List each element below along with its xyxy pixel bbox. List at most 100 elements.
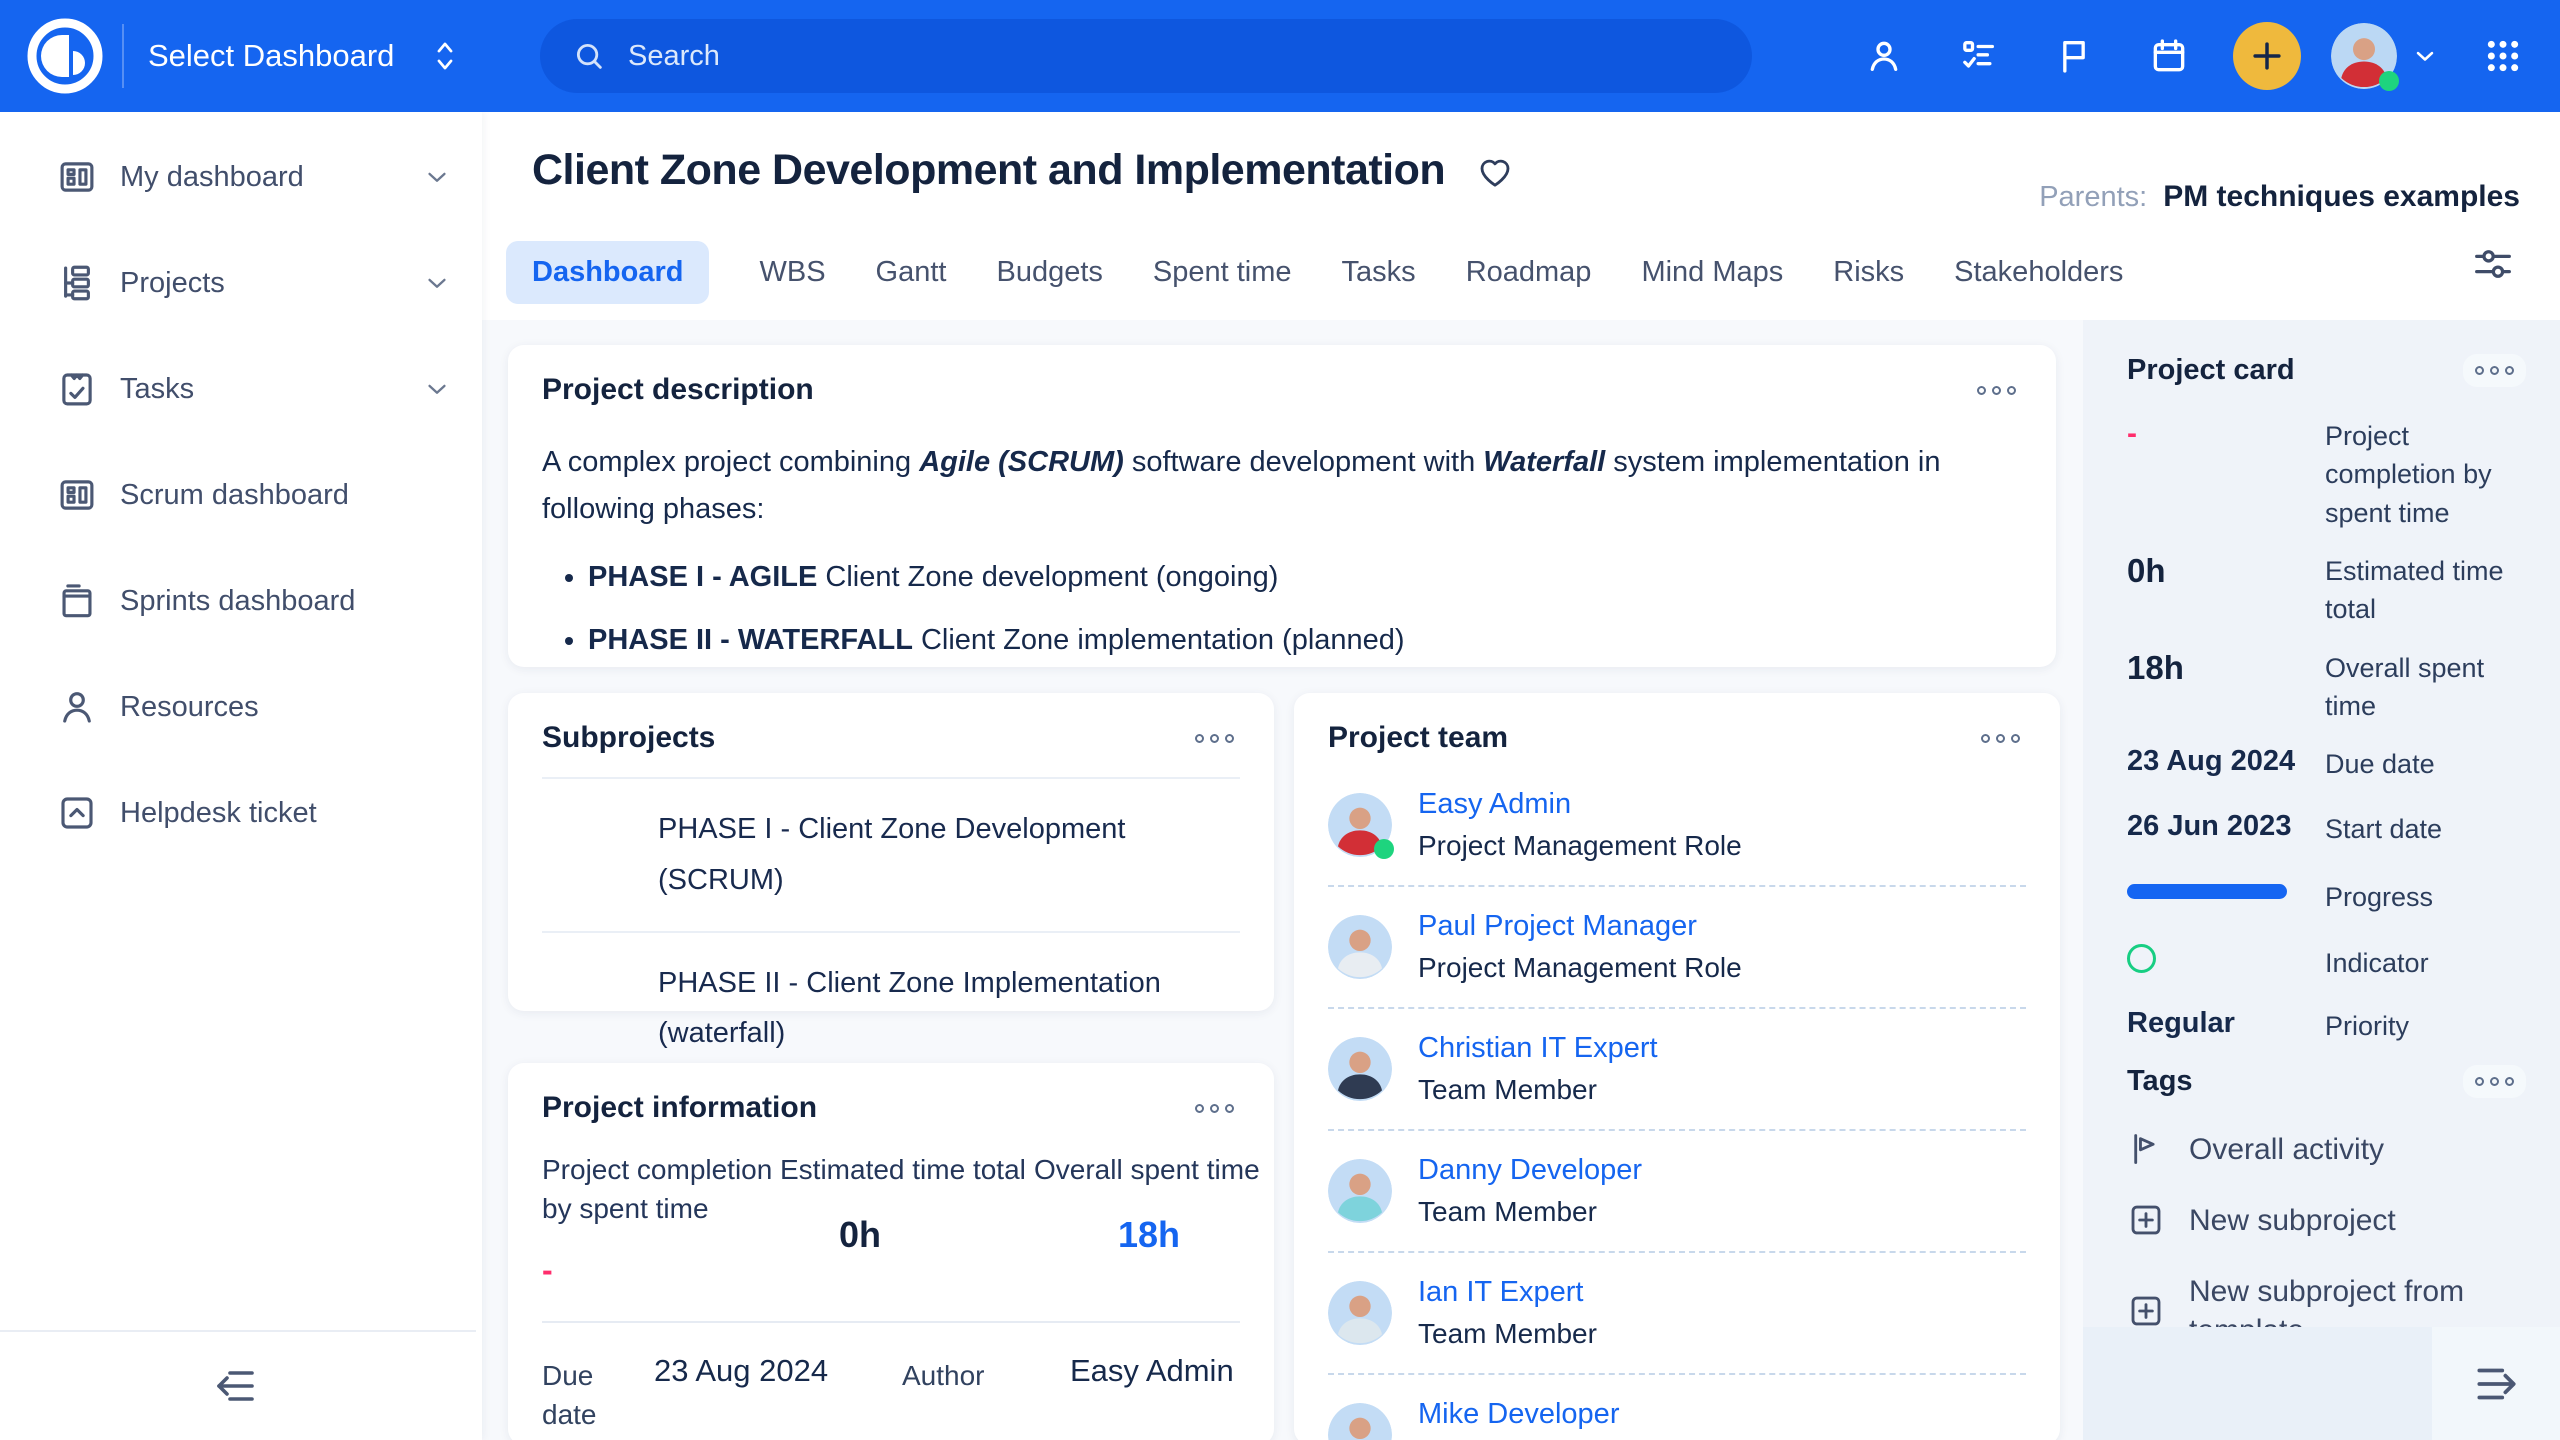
- dashboard-icon: [56, 474, 98, 516]
- more-menu-icon[interactable]: [1971, 380, 2022, 401]
- left-sidebar: My dashboard Projects Tasks: [0, 112, 482, 1440]
- new-subproject-from-template-button[interactable]: New subproject from template: [2127, 1272, 2526, 1327]
- sidebar-item-scrum-dashboard[interactable]: Scrum dashboard: [0, 442, 482, 548]
- sidebar-item-label: Projects: [120, 267, 225, 300]
- activity-flag-icon: [2127, 1130, 2165, 1168]
- filter-sliders-icon[interactable]: [2470, 241, 2516, 292]
- action-label: Overall activity: [2189, 1130, 2384, 1169]
- easy-project-logo[interactable]: [26, 17, 104, 95]
- search-icon: [572, 39, 606, 73]
- more-menu-icon[interactable]: [1975, 728, 2026, 749]
- subproject-link[interactable]: PHASE I - Client Zone Development (SCRUM…: [658, 804, 1203, 906]
- right-footer-bar: [2083, 1327, 2560, 1440]
- overall-activity-button[interactable]: Overall activity: [2127, 1130, 2526, 1169]
- chevron-down-icon[interactable]: [2411, 42, 2439, 70]
- metric-label: Estimated time total: [780, 1151, 1034, 1190]
- tab-wbs[interactable]: WBS: [759, 241, 825, 304]
- tab-roadmap[interactable]: Roadmap: [1466, 241, 1592, 304]
- subproject-row[interactable]: PHASE I - Client Zone Development (SCRUM…: [542, 777, 1240, 933]
- new-subproject-button[interactable]: New subproject: [2127, 1201, 2526, 1240]
- checklist-icon[interactable]: [1948, 25, 2010, 87]
- subproject-row[interactable]: PHASE II - Client Zone Implementation (w…: [542, 933, 1240, 1085]
- more-menu-icon[interactable]: [2463, 354, 2526, 387]
- card-row-start-date: 26 Jun 2023 Start date: [2127, 810, 2526, 848]
- search-bar[interactable]: [540, 19, 1752, 93]
- field-label: Due date: [542, 1353, 652, 1434]
- more-menu-icon[interactable]: [1189, 728, 1240, 749]
- tab-budgets[interactable]: Budgets: [996, 241, 1102, 304]
- calendar-icon[interactable]: [2138, 25, 2200, 87]
- phase-detail: Client Zone implementation (planned): [913, 624, 1405, 656]
- topbar-actions: [1820, 0, 2534, 112]
- tab-spent-time[interactable]: Spent time: [1153, 241, 1292, 304]
- heart-outline-icon[interactable]: [1475, 151, 1515, 191]
- member-name-link[interactable]: Paul Project Manager: [1418, 910, 1742, 943]
- parents-label: Parents:: [2039, 181, 2147, 214]
- phase-name: PHASE I - AGILE: [588, 561, 817, 593]
- member-name-link[interactable]: Ian IT Expert: [1418, 1276, 1597, 1309]
- sidebar-item-label: Scrum dashboard: [120, 479, 349, 512]
- metric-value: 0h: [780, 1214, 940, 1256]
- tab-gantt[interactable]: Gantt: [876, 241, 947, 304]
- field-value: Easy Admin: [1070, 1353, 1240, 1434]
- sidebar-item-helpdesk-ticket[interactable]: Helpdesk ticket: [0, 760, 482, 866]
- avatar: [1328, 1281, 1392, 1345]
- user-avatar[interactable]: [2331, 23, 2397, 89]
- sidebar-item-projects[interactable]: Projects: [0, 230, 482, 336]
- search-input[interactable]: [628, 40, 1678, 73]
- person-icon: [56, 686, 98, 728]
- apps-grid-icon[interactable]: [2472, 25, 2534, 87]
- parent-project-link[interactable]: PM techniques examples: [2163, 180, 2520, 214]
- member-role: Project Management Role: [1418, 830, 1742, 862]
- chevron-down-icon[interactable]: [422, 268, 452, 298]
- panel-title: Project team: [1328, 721, 1508, 755]
- avatar: [1328, 793, 1392, 857]
- chevron-down-icon[interactable]: [422, 162, 452, 192]
- tab-tasks[interactable]: Tasks: [1342, 241, 1416, 304]
- metric-value: -: [542, 1252, 780, 1289]
- field-label: Author: [902, 1353, 1012, 1434]
- user-icon[interactable]: [1853, 25, 1915, 87]
- chevron-up-down-icon: [430, 39, 460, 73]
- phase-detail: Client Zone development (ongoing): [817, 561, 1278, 593]
- phase-item: PHASE II - WATERFALL Client Zone impleme…: [588, 624, 2022, 657]
- phase-name: PHASE II - WATERFALL: [588, 624, 913, 656]
- card-label: Indicator: [2325, 944, 2515, 982]
- tab-mind-maps[interactable]: Mind Maps: [1641, 241, 1783, 304]
- member-name-link[interactable]: Danny Developer: [1418, 1154, 1642, 1187]
- sidebar-item-my-dashboard[interactable]: My dashboard: [0, 124, 482, 230]
- chevron-down-icon[interactable]: [422, 374, 452, 404]
- subproject-link[interactable]: PHASE II - Client Zone Implementation (w…: [658, 958, 1203, 1060]
- tab-risks[interactable]: Risks: [1833, 241, 1904, 304]
- card-label: Overall spent time: [2325, 649, 2515, 726]
- member-name-link[interactable]: Christian IT Expert: [1418, 1032, 1658, 1065]
- add-button[interactable]: [2233, 22, 2301, 90]
- tab-stakeholders[interactable]: Stakeholders: [1954, 241, 2123, 304]
- subprojects-panel: Subprojects PHASE I - Client Zone Develo…: [508, 693, 1274, 1011]
- project-card-sidebar: Project card - Project completion by spe…: [2083, 320, 2560, 1327]
- more-menu-icon[interactable]: [2463, 1065, 2526, 1098]
- project-information-panel: Project information Project completion b…: [508, 1063, 1274, 1440]
- member-name-link[interactable]: Mike Developer: [1418, 1398, 1619, 1431]
- sidebar-item-label: Helpdesk ticket: [120, 797, 317, 830]
- field-value: 23 Aug 2024: [654, 1353, 902, 1434]
- action-label: New subproject from template: [2189, 1272, 2509, 1327]
- card-label: Start date: [2325, 810, 2515, 848]
- sidebar-footer: [0, 1330, 476, 1440]
- flag-icon[interactable]: [2043, 25, 2105, 87]
- expand-panel-icon[interactable]: [2432, 1327, 2560, 1440]
- sidebar-item-tasks[interactable]: Tasks: [0, 336, 482, 442]
- sidebar-item-sprints-dashboard[interactable]: Sprints dashboard: [0, 548, 482, 654]
- more-menu-icon[interactable]: [1189, 1098, 1240, 1119]
- dashboard-selector[interactable]: Select Dashboard: [148, 0, 460, 112]
- team-member-row: Paul Project Manager Project Management …: [1328, 887, 2026, 1009]
- member-name-link[interactable]: Easy Admin: [1418, 788, 1742, 821]
- card-value: 26 Jun 2023: [2127, 810, 2325, 843]
- tab-dashboard[interactable]: Dashboard: [506, 241, 709, 304]
- project-team-panel: Project team Easy Admin Project Manageme…: [1294, 693, 2060, 1440]
- breadcrumb: Parents: PM techniques examples: [2039, 180, 2520, 214]
- plus-square-icon: [2127, 1292, 2165, 1327]
- card-label: Progress: [2325, 878, 2515, 916]
- collapse-sidebar-icon[interactable]: [212, 1362, 260, 1410]
- sidebar-item-resources[interactable]: Resources: [0, 654, 482, 760]
